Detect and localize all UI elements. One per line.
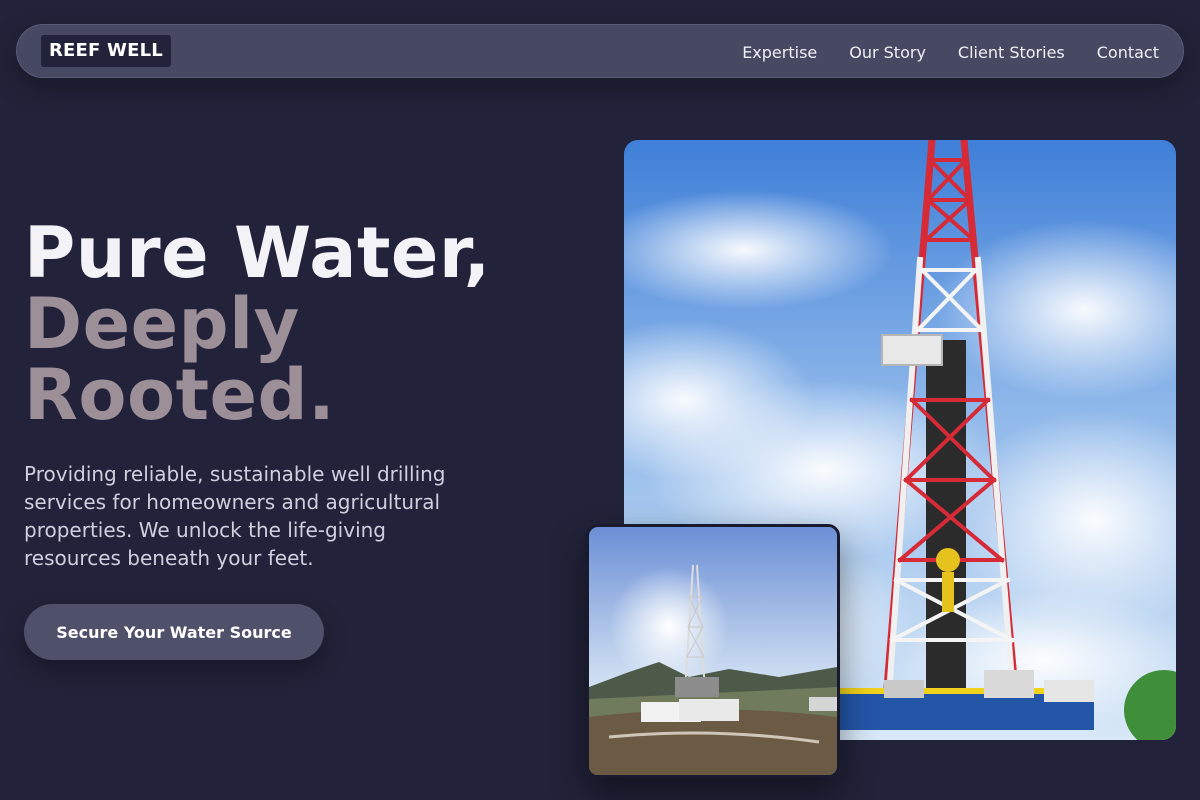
nav-links: Expertise Our Story Client Stories Conta… [742, 25, 1159, 79]
hero-description: Providing reliable, sustainable well dri… [24, 462, 446, 570]
navbar: REEF WELL Expertise Our Story Client Sto… [16, 24, 1184, 78]
headline-line-3: Rooted. [24, 354, 336, 436]
secure-water-source-button[interactable]: Secure Your Water Source [24, 604, 324, 660]
headline-line-1: Pure Water, [24, 212, 491, 294]
nav-link-expertise[interactable]: Expertise [742, 43, 817, 62]
rig-landscape-photo [586, 524, 840, 778]
headline-line-2: Deeply [24, 283, 300, 365]
nav-link-our-story[interactable]: Our Story [849, 43, 926, 62]
brand-logo[interactable]: REEF WELL [41, 35, 171, 67]
hero-headline: Pure Water, Deeply Rooted. [24, 218, 491, 431]
nav-link-contact[interactable]: Contact [1097, 43, 1159, 62]
nav-link-client-stories[interactable]: Client Stories [958, 43, 1065, 62]
